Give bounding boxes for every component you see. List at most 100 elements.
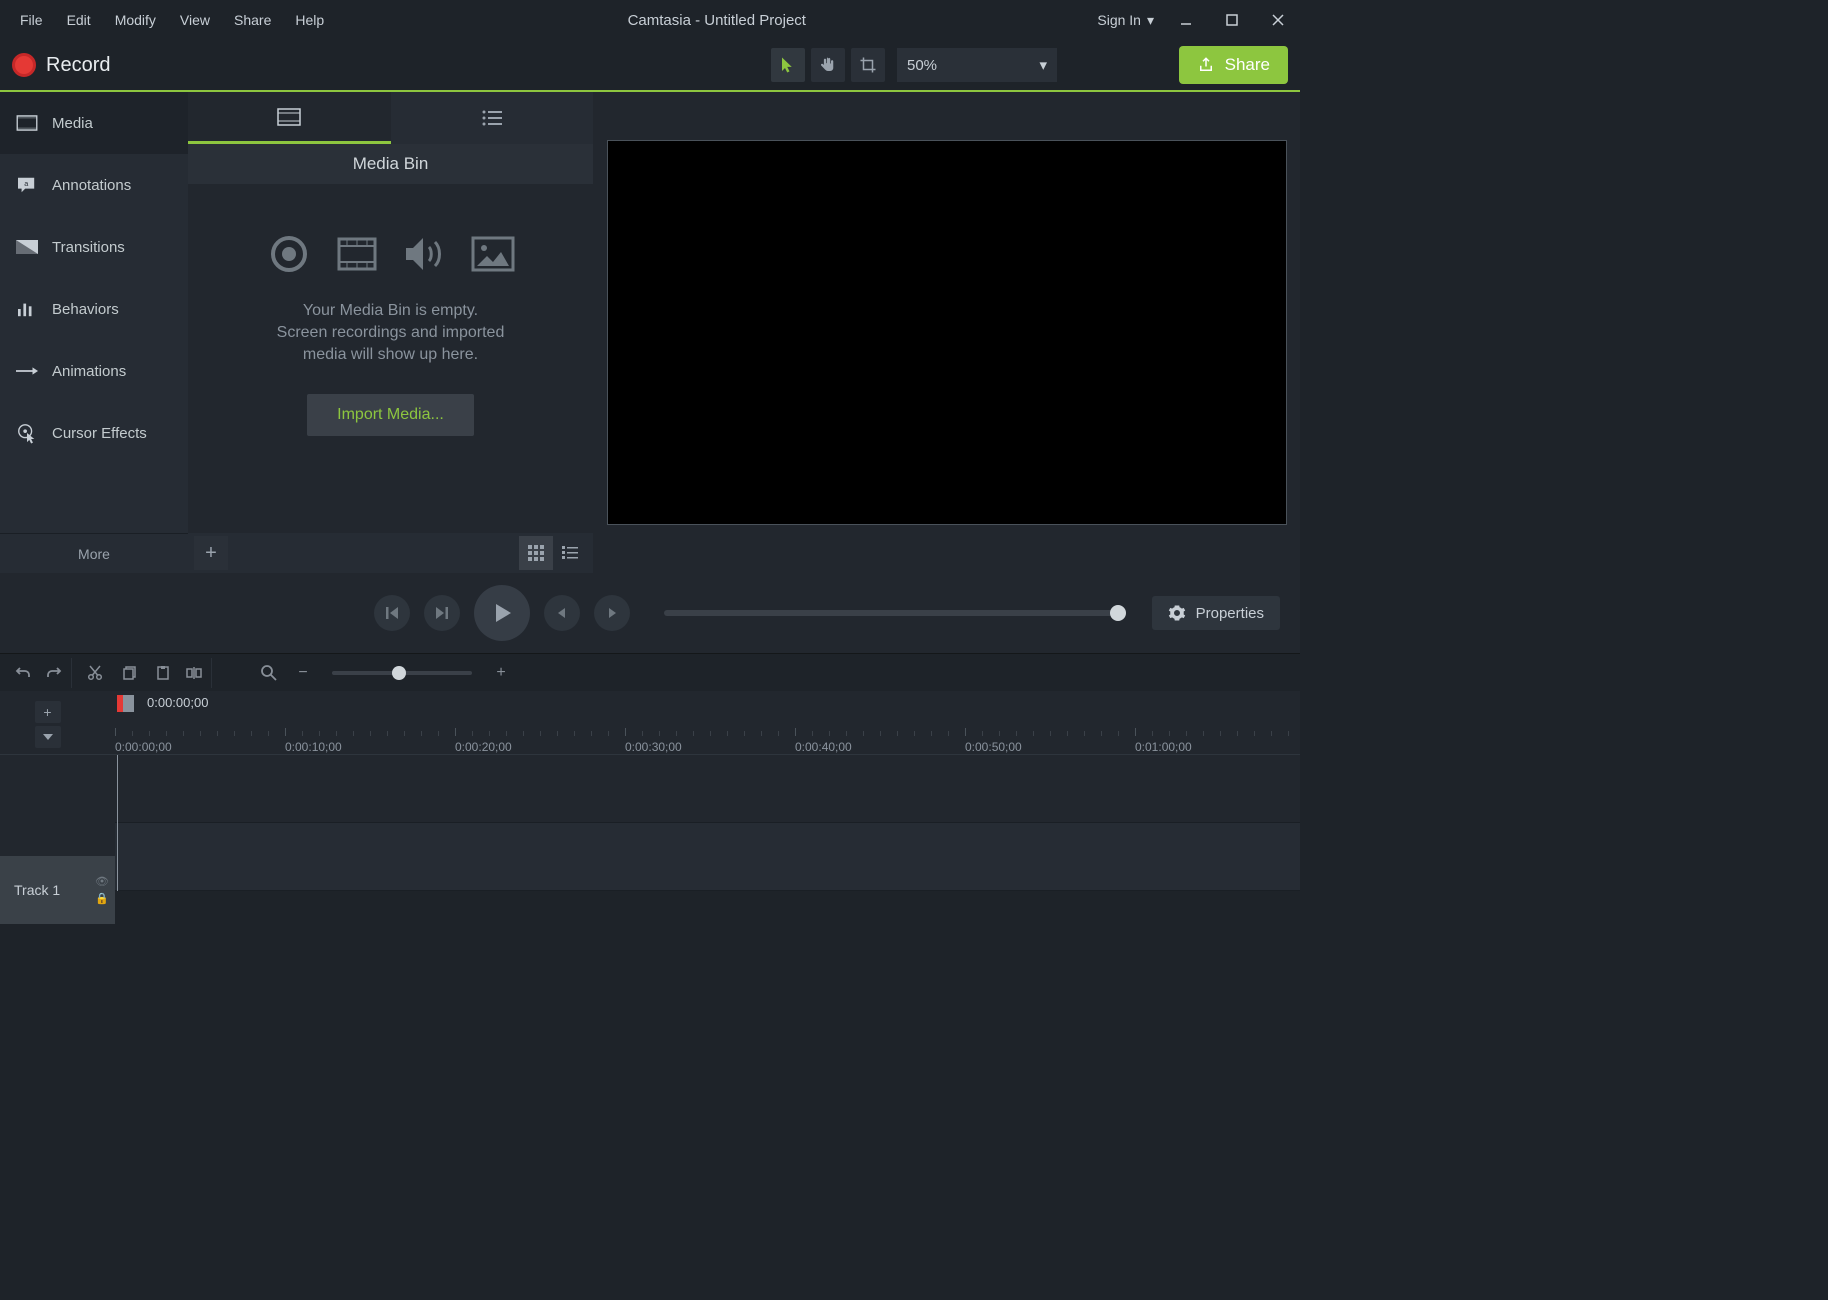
sidebar: Media a Annotations Transitions Behavior… <box>0 92 188 573</box>
media-bin-header: Media Bin <box>188 144 593 184</box>
ruler-tick: 0:00:30;00 <box>625 740 682 754</box>
sidebar-item-media[interactable]: Media <box>0 92 188 154</box>
annotations-icon: a <box>16 174 38 196</box>
filmstrip-icon <box>277 108 301 126</box>
collapse-tracks-button[interactable] <box>35 726 61 748</box>
sidebar-more-button[interactable]: More <box>0 533 188 573</box>
grid-view-button[interactable] <box>519 536 553 570</box>
empty-text-1: Your Media Bin is empty. <box>277 300 505 322</box>
list-icon <box>482 110 502 126</box>
audio-empty-icon <box>403 232 447 276</box>
media-icon <box>16 112 38 134</box>
menu-view[interactable]: View <box>168 6 222 34</box>
play-button[interactable] <box>474 585 530 641</box>
svg-text:a: a <box>24 179 28 188</box>
crop-tool[interactable] <box>851 48 885 82</box>
share-button[interactable]: Share <box>1179 46 1288 84</box>
redo-button[interactable] <box>42 658 72 688</box>
menu-help[interactable]: Help <box>283 6 336 34</box>
track-area-empty[interactable] <box>115 755 1300 823</box>
timeline-zoom-thumb[interactable] <box>392 666 406 680</box>
cut-button[interactable] <box>80 658 110 688</box>
sidebar-item-label: Transitions <box>52 239 125 256</box>
grid-icon <box>528 545 544 561</box>
properties-button[interactable]: Properties <box>1152 596 1280 630</box>
media-bin-empty: Your Media Bin is empty. Screen recordin… <box>188 184 593 533</box>
menu-edit[interactable]: Edit <box>55 6 103 34</box>
timeline: + Track 1 👁 🔒 0:00:00;00 0:00:00;00 0:00… <box>0 691 1300 924</box>
playhead[interactable] <box>117 695 134 712</box>
preview-canvas[interactable] <box>607 140 1287 525</box>
record-empty-icon <box>267 232 311 276</box>
hand-tool[interactable] <box>811 48 845 82</box>
empty-text-2: Screen recordings and imported <box>277 322 505 344</box>
split-button[interactable] <box>182 658 212 688</box>
forward-button[interactable] <box>594 595 630 631</box>
empty-text-3: media will show up here. <box>277 344 505 366</box>
media-grid-tab[interactable] <box>188 92 391 144</box>
properties-label: Properties <box>1196 605 1264 622</box>
menu-file[interactable]: File <box>8 6 55 34</box>
copy-button[interactable] <box>114 658 144 688</box>
playback-thumb[interactable] <box>1110 605 1126 621</box>
playback-slider[interactable] <box>664 610 1118 616</box>
animations-icon <box>16 360 38 382</box>
ruler-tick: 0:00:40;00 <box>795 740 852 754</box>
zoom-out-button[interactable]: − <box>288 658 318 688</box>
close-button[interactable] <box>1264 6 1292 34</box>
rewind-button[interactable] <box>544 595 580 631</box>
track-name: Track 1 <box>14 882 60 898</box>
menu-share[interactable]: Share <box>222 6 283 34</box>
track-1-area[interactable] <box>115 823 1300 891</box>
record-label: Record <box>46 54 110 77</box>
sidebar-item-annotations[interactable]: a Annotations <box>0 154 188 216</box>
film-empty-icon <box>335 232 379 276</box>
sidebar-item-cursor-effects[interactable]: Cursor Effects <box>0 402 188 464</box>
media-list-tab[interactable] <box>391 92 594 144</box>
timeline-left-header: + <box>0 691 115 755</box>
app-title: Camtasia - Untitled Project <box>336 12 1097 29</box>
add-track-button[interactable]: + <box>35 701 61 723</box>
timeline-zoom-slider[interactable] <box>332 671 472 675</box>
cursor-tool[interactable] <box>771 48 805 82</box>
zoom-select[interactable]: 50% ▾ <box>897 48 1057 82</box>
zoom-in-button[interactable]: + <box>486 658 516 688</box>
minimize-button[interactable] <box>1172 6 1200 34</box>
paste-button[interactable] <box>148 658 178 688</box>
timeline-ruler[interactable]: 0:00:00;00 0:00:00;00 0:00:10;00 0:00:20… <box>115 691 1300 755</box>
menu-bar: File Edit Modify View Share Help <box>8 6 336 34</box>
preview-panel <box>593 92 1300 573</box>
gear-icon <box>1168 604 1186 622</box>
import-media-button[interactable]: Import Media... <box>307 394 474 436</box>
ruler-tick: 0:00:00;00 <box>115 740 172 754</box>
behaviors-icon <box>16 298 38 320</box>
sidebar-item-transitions[interactable]: Transitions <box>0 216 188 278</box>
undo-button[interactable] <box>8 658 38 688</box>
image-empty-icon <box>471 232 515 276</box>
record-button[interactable]: Record <box>12 53 110 77</box>
chevron-down-icon: ▾ <box>1039 56 1047 74</box>
signin-button[interactable]: Sign In ▾ <box>1097 12 1154 29</box>
track-label[interactable]: Track 1 👁 🔒 <box>0 856 115 924</box>
ruler-tick: 0:00:10;00 <box>285 740 342 754</box>
sidebar-item-label: Media <box>52 115 93 132</box>
title-bar: File Edit Modify View Share Help Camtasi… <box>0 0 1300 40</box>
add-media-button[interactable]: + <box>194 536 228 570</box>
track-visibility-icon[interactable]: 👁 <box>95 875 109 888</box>
share-icon <box>1197 56 1215 74</box>
sidebar-item-behaviors[interactable]: Behaviors <box>0 278 188 340</box>
media-panel: Media Bin Your Media Bin is empty. Scree… <box>188 92 593 573</box>
record-toolbar: Record 50% ▾ Share <box>0 40 1300 92</box>
sidebar-item-label: Annotations <box>52 177 131 194</box>
sidebar-item-label: Animations <box>52 363 126 380</box>
maximize-button[interactable] <box>1218 6 1246 34</box>
track-lock-icon[interactable]: 🔒 <box>95 892 109 905</box>
sidebar-item-animations[interactable]: Animations <box>0 340 188 402</box>
next-frame-button[interactable] <box>424 595 460 631</box>
share-label: Share <box>1225 55 1270 75</box>
timeline-toolbar: − + <box>0 653 1300 691</box>
list-view-button[interactable] <box>553 536 587 570</box>
menu-modify[interactable]: Modify <box>103 6 168 34</box>
cursor-effects-icon <box>16 422 38 444</box>
prev-frame-button[interactable] <box>374 595 410 631</box>
